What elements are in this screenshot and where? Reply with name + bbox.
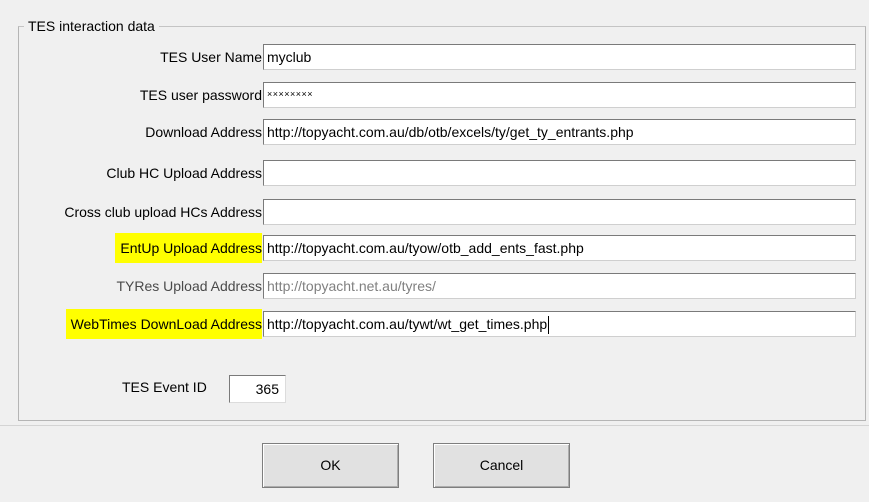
entup-upload-input[interactable]: http://topyacht.com.au/tyow/otb_add_ents… bbox=[263, 235, 856, 261]
cancel-button[interactable]: Cancel bbox=[433, 443, 570, 488]
row-cross-club-upload: Cross club upload HCs Address bbox=[0, 197, 262, 227]
club-hc-upload-label: Club HC Upload Address bbox=[106, 165, 262, 181]
row-download-address: Download Address bbox=[0, 117, 262, 147]
password-input[interactable]: ×××××××× bbox=[263, 82, 856, 108]
row-entup-upload: EntUp Upload Address bbox=[0, 233, 262, 263]
text-caret bbox=[548, 316, 550, 335]
event-id-label: TES Event ID bbox=[122, 379, 207, 395]
download-address-input[interactable]: http://topyacht.com.au/db/otb/excels/ty/… bbox=[263, 119, 856, 145]
row-webtimes-download: WebTimes DownLoad Address bbox=[0, 309, 262, 339]
row-club-hc-upload: Club HC Upload Address bbox=[0, 158, 262, 188]
cross-club-upload-label: Cross club upload HCs Address bbox=[64, 204, 262, 220]
row-password: TES user password bbox=[0, 80, 262, 110]
club-hc-upload-input[interactable] bbox=[263, 160, 856, 186]
settings-panel: TES interaction data TES User Name myclu… bbox=[0, 0, 869, 426]
password-label: TES user password bbox=[139, 87, 262, 103]
cross-club-upload-input[interactable] bbox=[263, 199, 856, 225]
groupbox-title: TES interaction data bbox=[24, 18, 159, 34]
webtimes-download-value: http://topyacht.com.au/tywt/wt_get_times… bbox=[267, 316, 548, 332]
event-id-input[interactable]: 365 bbox=[229, 375, 286, 403]
ok-button[interactable]: OK bbox=[262, 443, 399, 488]
user-name-label: TES User Name bbox=[160, 49, 262, 65]
webtimes-download-label: WebTimes DownLoad Address bbox=[65, 309, 262, 339]
row-tyres-upload: TYRes Upload Address bbox=[0, 271, 262, 301]
user-name-input[interactable]: myclub bbox=[263, 44, 856, 70]
row-user-name: TES User Name bbox=[0, 42, 262, 72]
webtimes-download-input[interactable]: http://topyacht.com.au/tywt/wt_get_times… bbox=[263, 311, 856, 337]
tyres-upload-input[interactable]: http://topyacht.net.au/tyres/ bbox=[263, 273, 856, 299]
download-address-label: Download Address bbox=[145, 124, 262, 140]
entup-upload-label: EntUp Upload Address bbox=[115, 233, 262, 263]
tyres-upload-label: TYRes Upload Address bbox=[116, 278, 262, 294]
